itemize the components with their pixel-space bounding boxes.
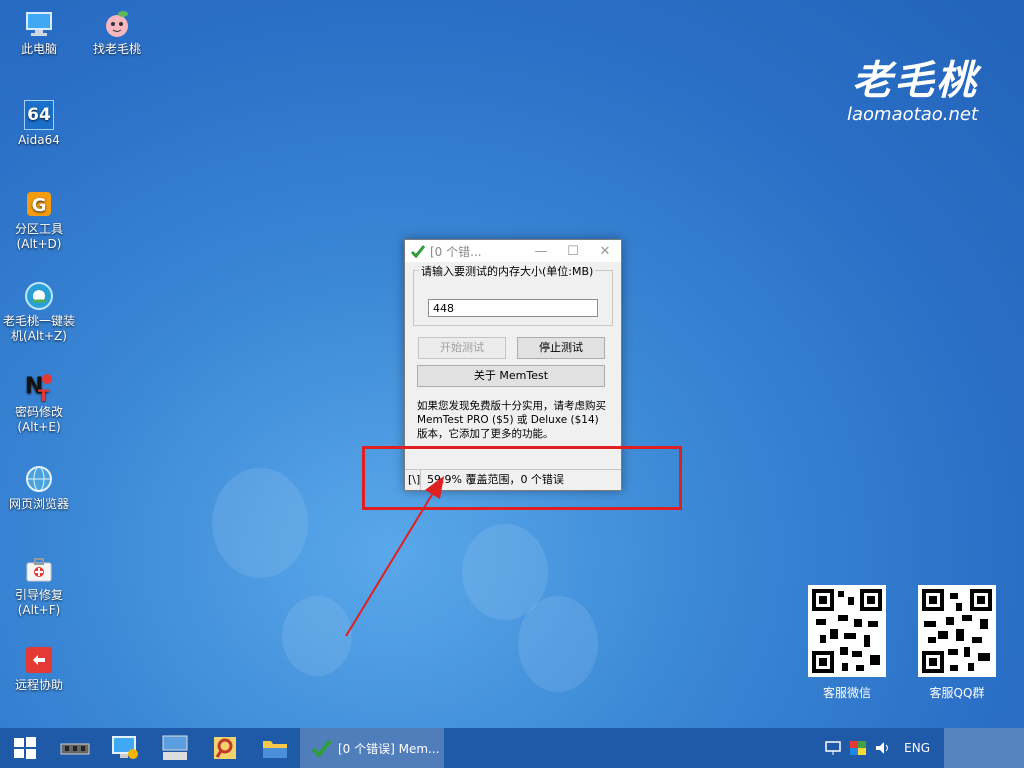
taskbar-task-label: [0 个错误] Mem... xyxy=(338,741,440,756)
network-icon[interactable] xyxy=(824,740,842,756)
start-button[interactable] xyxy=(0,728,50,768)
memory-chip-icon xyxy=(60,743,90,755)
taskbar-memory-chip[interactable] xyxy=(50,728,100,768)
taskbar-file-explorer[interactable] xyxy=(250,728,300,768)
windows-logo-icon xyxy=(14,737,36,759)
show-desktop-button[interactable] xyxy=(944,728,1024,768)
taskbar-search-tool[interactable] xyxy=(200,728,250,768)
taskbar-keyboard-tool[interactable] xyxy=(150,728,200,768)
volume-icon[interactable] xyxy=(874,740,892,756)
memtest-check-icon xyxy=(310,737,332,759)
monitor-tool-icon xyxy=(112,736,138,759)
taskbar-memtest-task[interactable]: [0 个错误] Mem... xyxy=(300,728,444,768)
taskbar: [0 个错误] Mem... ENG xyxy=(0,728,1024,768)
keyboard-icon xyxy=(162,735,188,760)
annotation-arrow xyxy=(345,476,444,637)
folder-icon xyxy=(263,741,287,758)
language-indicator[interactable]: ENG xyxy=(904,741,930,755)
magnifier-icon xyxy=(214,737,236,759)
system-tray: ENG xyxy=(824,728,1024,768)
taskbar-system-monitor[interactable] xyxy=(100,728,150,768)
color-display-icon[interactable] xyxy=(850,741,867,755)
